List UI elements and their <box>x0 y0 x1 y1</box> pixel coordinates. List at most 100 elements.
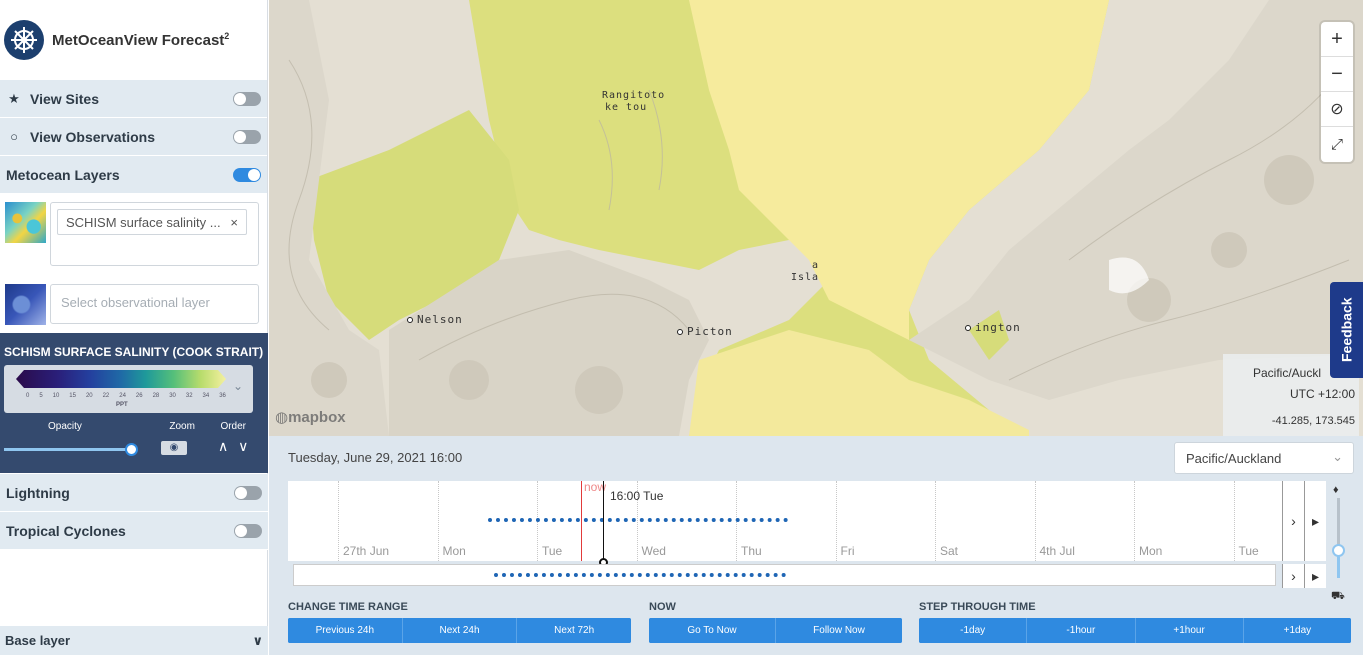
layer-tag-label: SCHISM surface salinity ... <box>66 214 221 230</box>
timeline-next-icon[interactable]: › <box>1282 481 1304 561</box>
plus-1hour-button[interactable]: +1hour <box>1135 618 1244 643</box>
lightning-row[interactable]: Lightning <box>0 474 268 512</box>
go-to-now-button[interactable]: Go To Now <box>649 618 776 643</box>
timeline-day-label: Fri <box>835 481 936 561</box>
layer-legend-panel: SCHISM SURFACE SALINITY (COOK STRAIT) 0 5… <box>0 333 268 473</box>
ship-wheel-logo-icon[interactable] <box>4 20 44 60</box>
app-title: MetOceanView Forecast2 <box>52 31 230 49</box>
time-range-buttons: Previous 24h Next 24h Next 72h <box>288 618 631 643</box>
obs-layer-select-row: Select observational layer <box>0 284 267 334</box>
metocean-layer-select-row: SCHISM surface salinity ... × <box>0 194 267 284</box>
map-controls: + − ⊘ ⤢ <box>1321 22 1353 162</box>
current-datetime-label: Tuesday, June 29, 2021 16:00 <box>288 450 463 465</box>
color-scale-ticks: 0 5 10 15 20 22 24 26 28 30 32 34 36 <box>26 393 226 399</box>
sidebar: MetOceanView Forecast2 ★ View Sites ○ Vi… <box>0 0 268 655</box>
previous-24h-button[interactable]: Previous 24h <box>288 618 403 643</box>
order-controls: ∧ ∨ <box>218 438 248 455</box>
minus-1day-button[interactable]: -1day <box>919 618 1028 643</box>
view-sites-label: View Sites <box>30 90 100 107</box>
logo-area: MetOceanView Forecast2 <box>0 0 267 80</box>
opacity-slider-track[interactable] <box>4 448 132 451</box>
speed-slider[interactable]: ♦ ⛟ <box>1329 484 1347 604</box>
view-observations-row[interactable]: ○ View Observations <box>0 118 267 156</box>
chevron-down-icon[interactable]: ∨ <box>252 633 263 649</box>
color-scale-unit: PPT <box>116 402 128 408</box>
color-scale-tick: 24 <box>119 393 126 399</box>
tropical-cyclones-toggle[interactable] <box>234 523 262 538</box>
step-buttons: -1day -1hour +1hour +1day <box>919 618 1351 643</box>
color-scale[interactable]: 0 5 10 15 20 22 24 26 28 30 32 34 36 PPT ⌄ <box>4 365 253 413</box>
now-buttons: Go To Now Follow Now <box>649 618 902 643</box>
overview-play-icon[interactable]: ▸ <box>1304 564 1326 588</box>
city-label-nelson: Nelson <box>407 313 463 326</box>
layer-tag: SCHISM surface salinity ... × <box>57 209 247 235</box>
view-sites-row[interactable]: ★ View Sites <box>0 80 267 118</box>
next-24h-button[interactable]: Next 24h <box>402 618 518 643</box>
color-scale-tick: 0 <box>26 393 30 399</box>
mapbox-logo[interactable]: ◍mapbox <box>275 408 346 426</box>
color-scale-bar <box>16 370 226 388</box>
observational-layer-select[interactable]: Select observational layer <box>50 284 259 324</box>
tz-offset: UTC +12:00 <box>1289 387 1355 401</box>
metocean-layers-label: Metocean Layers <box>6 166 120 183</box>
zoom-to-layer-button[interactable]: ◉ <box>161 441 187 455</box>
timeline-play-icon[interactable]: ▸ <box>1304 481 1326 561</box>
map-canvas <box>269 0 1363 436</box>
fullscreen-icon[interactable]: ⤢ <box>1321 127 1353 162</box>
current-time-label: 16:00 Tue <box>610 489 664 503</box>
data-availability-dots <box>488 518 788 522</box>
feedback-button[interactable]: Feedback <box>1330 282 1363 378</box>
metocean-layers-row[interactable]: Metocean Layers <box>0 156 267 194</box>
follow-now-button[interactable]: Follow Now <box>776 618 902 643</box>
place-label: Rangitoto <box>602 90 666 101</box>
chevron-down-icon[interactable]: ⌄ <box>233 379 243 393</box>
tropical-cyclones-row[interactable]: Tropical Cyclones <box>0 512 268 550</box>
metocean-layer-select[interactable]: SCHISM surface salinity ... × <box>50 202 259 266</box>
opacity-slider-thumb[interactable] <box>125 443 138 456</box>
order-label: Order <box>220 421 246 432</box>
color-scale-tick: 32 <box>185 393 193 399</box>
timeline-track[interactable]: Tue Mon 4th Jul Sat Fri Thu Wed Tue Mon 27th Jun … <box>288 480 1324 561</box>
order-down-icon[interactable]: ∨ <box>238 438 248 454</box>
color-scale-tick: 28 <box>152 393 160 399</box>
color-scale-tick: 30 <box>169 393 176 399</box>
observations-thumbnail <box>5 284 46 325</box>
slow-icon: ⛟ <box>1331 590 1345 602</box>
color-scale-tick: 26 <box>135 393 143 399</box>
legend-controls: ◉ ∧ ∨ <box>4 436 264 462</box>
order-up-icon[interactable]: ∧ <box>218 438 228 454</box>
base-layer-row[interactable]: Base layer ∨ <box>0 626 268 655</box>
compass-icon[interactable]: ⊘ <box>1321 92 1353 127</box>
minus-1hour-button[interactable]: -1hour <box>1027 618 1136 643</box>
legend-control-labels: Opacity Zoom Order <box>4 421 264 432</box>
metocean-layers-toggle[interactable] <box>233 167 261 182</box>
lightning-label: Lightning <box>6 484 70 501</box>
color-scale-tick: 20 <box>85 393 93 399</box>
cursor-coordinates: -41.285, 173.545 <box>1271 415 1355 427</box>
zoom-in-button[interactable]: + <box>1321 22 1353 57</box>
chevron-down-icon: ⌄ <box>1332 449 1343 464</box>
city-label-wellington: ington <box>965 321 1021 334</box>
next-72h-button[interactable]: Next 72h <box>517 618 631 643</box>
color-scale-tick: 36 <box>219 393 226 399</box>
remove-tag-icon[interactable]: × <box>230 215 238 230</box>
speed-slider-thumb[interactable] <box>1332 544 1345 557</box>
place-label: ke tou <box>605 102 648 113</box>
lightning-toggle[interactable] <box>234 485 262 500</box>
timeline-day-label: 27th Jun <box>338 481 438 561</box>
overview-next-icon[interactable]: › <box>1282 564 1304 588</box>
now-title: NOW <box>649 601 676 613</box>
plus-1day-button[interactable]: +1day <box>1243 618 1351 643</box>
tropical-cyclones-label: Tropical Cyclones <box>6 522 126 539</box>
timeline-day-label: Mon <box>1134 481 1234 561</box>
timeline-overview[interactable] <box>293 564 1276 586</box>
zoom-out-button[interactable]: − <box>1321 57 1353 92</box>
current-time-marker[interactable] <box>603 481 604 561</box>
map[interactable]: Nelson Picton ington Rangitoto ke tou a … <box>269 0 1363 436</box>
view-sites-toggle[interactable] <box>233 91 261 106</box>
circle-icon: ○ <box>10 129 18 144</box>
base-layer-label: Base layer <box>5 633 71 648</box>
timezone-select[interactable]: Pacific/Auckland ⌄ <box>1174 442 1354 474</box>
opacity-label: Opacity <box>48 421 82 432</box>
view-observations-toggle[interactable] <box>233 129 261 144</box>
